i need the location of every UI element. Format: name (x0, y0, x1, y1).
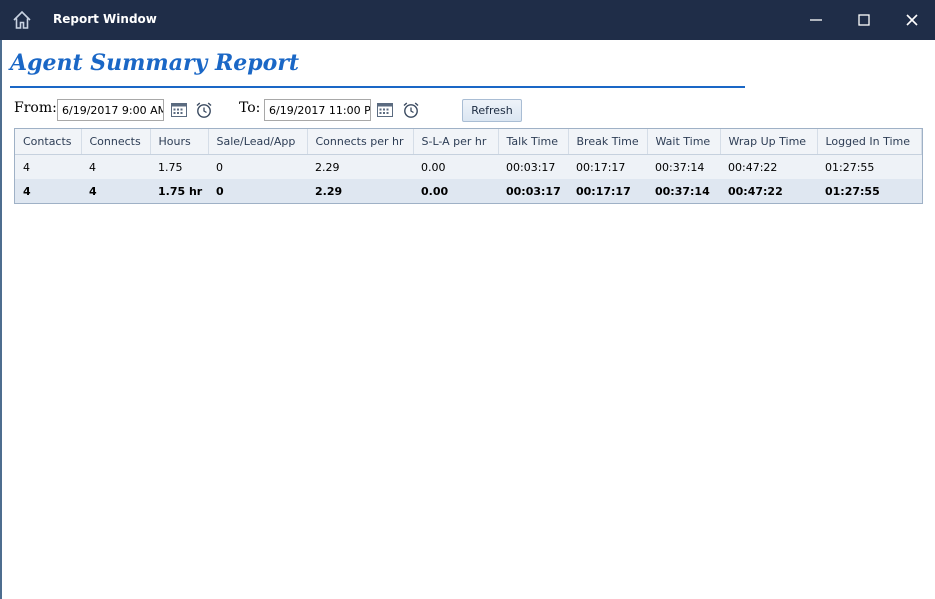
maximize-button[interactable] (841, 0, 887, 40)
table-cell: 0 (208, 154, 307, 179)
column-header-break-time[interactable]: Break Time (568, 129, 648, 155)
minimize-icon (810, 19, 822, 21)
column-header-hours[interactable]: Hours (150, 129, 209, 155)
table-cell: 1.75 (150, 154, 208, 179)
window-title: Report Window (53, 12, 157, 26)
table-cell: 00:47:22 (720, 154, 817, 179)
summary-table[interactable]: Contacts Connects Hours Sale/Lead/App Co… (14, 128, 923, 204)
column-header-connects[interactable]: Connects (81, 129, 151, 155)
title-bar: Report Window (0, 0, 935, 40)
table-cell: 00:03:17 (498, 154, 568, 179)
column-header-connects-per-hr[interactable]: Connects per hr (307, 129, 414, 155)
table-cell: 00:37:14 (647, 154, 720, 179)
total-cell: 00:17:17 (568, 179, 647, 203)
table-header-row: Contacts Connects Hours Sale/Lead/App Co… (15, 129, 922, 155)
total-cell: 2.29 (307, 179, 413, 203)
close-icon (906, 14, 918, 26)
total-cell: 00:47:22 (720, 179, 817, 203)
table-cell: 4 (81, 154, 150, 179)
total-cell: 0.00 (413, 179, 498, 203)
to-label: To: (239, 100, 261, 116)
title-divider (10, 86, 745, 88)
report-title: Agent Summary Report (10, 50, 300, 76)
column-header-talk-time[interactable]: Talk Time (498, 129, 569, 155)
total-cell: 4 (15, 179, 81, 203)
column-header-wrap-up-time[interactable]: Wrap Up Time (720, 129, 818, 155)
home-icon[interactable] (12, 10, 32, 30)
alarm-clock-icon[interactable] (195, 101, 213, 119)
table-row[interactable]: 4 4 1.75 0 2.29 0.00 00:03:17 00:17:17 0… (15, 154, 922, 179)
maximize-icon (858, 14, 870, 26)
total-cell: 00:37:14 (647, 179, 720, 203)
column-header-logged-in-time[interactable]: Logged In Time (817, 129, 922, 155)
table-cell: 0.00 (413, 154, 498, 179)
window-left-border (0, 40, 2, 599)
from-date-input[interactable]: 6/19/2017 9:00 AM (57, 99, 164, 121)
total-cell: 00:03:17 (498, 179, 568, 203)
column-header-sale-lead-app[interactable]: Sale/Lead/App (208, 129, 308, 155)
from-label: From: (14, 100, 57, 116)
to-date-input[interactable]: 6/19/2017 11:00 PM (264, 99, 371, 121)
total-cell: 1.75 hr (150, 179, 208, 203)
column-header-contacts[interactable]: Contacts (15, 129, 82, 155)
total-cell: 4 (81, 179, 150, 203)
table-totals-row[interactable]: 4 4 1.75 hr 0 2.29 0.00 00:03:17 00:17:1… (15, 179, 922, 203)
alarm-clock-icon[interactable] (402, 101, 420, 119)
total-cell: 01:27:55 (817, 179, 922, 203)
calendar-icon[interactable] (170, 101, 188, 119)
table-cell: 01:27:55 (817, 154, 922, 179)
calendar-icon[interactable] (376, 101, 394, 119)
close-button[interactable] (889, 0, 935, 40)
column-header-wait-time[interactable]: Wait Time (647, 129, 721, 155)
table-cell: 00:17:17 (568, 154, 647, 179)
minimize-button[interactable] (793, 0, 839, 40)
column-header-sla-per-hr[interactable]: S-L-A per hr (413, 129, 499, 155)
refresh-button[interactable]: Refresh (462, 99, 522, 122)
total-cell: 0 (208, 179, 307, 203)
table-cell: 4 (15, 154, 81, 179)
table-cell: 2.29 (307, 154, 413, 179)
